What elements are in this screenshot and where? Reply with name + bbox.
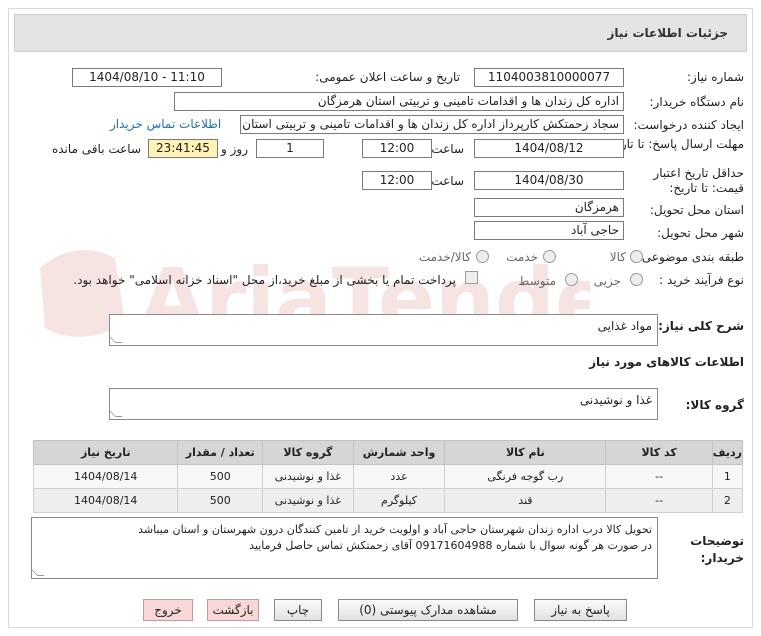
cell-code: -- [605, 488, 713, 513]
resize-grip-icon[interactable] [110, 410, 123, 417]
city-label: شهر محل تحویل: [657, 226, 744, 240]
requester-field: سجاد زحمتکش کارپرداز اداره کل زندان ها و… [240, 115, 624, 134]
buyer-notes-line-1: تحویل کالا درب اداره زندان شهرستان حاجی … [138, 523, 652, 536]
buyer-notes-line-2: در صورت هر گونه سوال با شماره 0917160498… [249, 539, 652, 552]
cell-quantity: 500 [177, 464, 264, 489]
category-goods-service-label: کالا/خدمت [418, 250, 471, 264]
category-service-radio[interactable] [543, 250, 556, 263]
table-row[interactable]: 1 -- رب گوجه فرنگی عدد غذا و نوشیدنی 500… [32, 464, 744, 489]
panel-title: جزئیات اطلاعات نیاز [607, 26, 728, 40]
col-name-header: نام کالا [444, 440, 607, 465]
description-text: مواد غذایی [597, 319, 652, 333]
col-date-header: تاریخ نیاز [32, 440, 179, 465]
cell-group: غذا و نوشیدنی [262, 488, 354, 513]
resize-grip-icon[interactable] [32, 569, 45, 576]
price-date-field: 1404/08/30 [474, 171, 624, 190]
cell-unit: عدد [352, 464, 446, 489]
city-field: حاجی آباد [474, 221, 624, 240]
table-header-row: ردیف کد کالا نام کالا واحد شمارش گروه کا… [32, 440, 744, 465]
cell-row: 1 [711, 464, 744, 489]
days-field: 1 [256, 139, 324, 158]
goods-group-label: گروه کالا: [685, 398, 744, 412]
buyer-org-field: اداره کل زندان ها و اقدامات تامینی و ترب… [174, 92, 624, 111]
buyer-notes-label: توضیحات خریدار: [690, 534, 744, 565]
process-minor-label: جزیی [593, 274, 621, 288]
category-goods-service-radio[interactable] [476, 250, 489, 263]
category-goods-label: کالا [609, 250, 626, 264]
goods-group-text: غذا و نوشیدنی [579, 393, 652, 407]
process-medium-radio[interactable] [565, 273, 578, 286]
panel-header: جزئیات اطلاعات نیاز [14, 14, 747, 52]
category-goods-radio[interactable] [630, 250, 643, 263]
process-medium-label: متوسط [518, 274, 556, 288]
remaining-time-field: 23:41:45 [148, 139, 218, 158]
description-label: شرح کلی نیاز: [658, 319, 744, 333]
col-unit-header: واحد شمارش [352, 440, 446, 465]
items-table: ردیف کد کالا نام کالا واحد شمارش گروه کا… [32, 440, 744, 513]
resize-grip-icon[interactable] [110, 336, 123, 343]
category-label: طبقه بندی موضوعی: [637, 250, 744, 264]
cell-date: 1404/08/14 [32, 464, 179, 489]
province-field: هرمزگان [474, 198, 624, 217]
category-service-label: خدمت [506, 250, 538, 264]
process-minor-radio[interactable] [630, 273, 643, 286]
reply-to-need-button[interactable]: پاسخ به نیاز [534, 599, 627, 621]
need-number-label: شماره نیاز: [687, 70, 744, 84]
col-row-header: ردیف [711, 440, 744, 465]
price-time-field: 12:00 [362, 171, 432, 190]
exit-button[interactable]: خروج [143, 599, 193, 621]
send-time-field: 12:00 [362, 139, 432, 158]
cell-name: قند [444, 488, 607, 513]
process-type-label: نوع فرآیند خرید : [659, 273, 744, 287]
cell-quantity: 500 [177, 488, 264, 513]
col-code-header: کد کالا [605, 440, 713, 465]
cell-date: 1404/08/14 [32, 488, 179, 513]
buyer-notes-textarea: تحویل کالا درب اداره زندان شهرستان حاجی … [31, 517, 658, 579]
buyer-contact-link[interactable]: اطلاعات تماس خریدار [110, 117, 221, 131]
treasury-payment-note: پرداخت تمام یا بخشی از مبلغ خرید،از محل … [73, 273, 456, 287]
cell-unit: کیلوگرم [352, 488, 446, 513]
need-number-field: 1104003810000077 [474, 68, 624, 87]
cell-group: غذا و نوشیدنی [262, 464, 354, 489]
send-deadline-label: مهلت ارسال پاسخ: تا تاریخ: [605, 137, 744, 151]
price-time-label: ساعت [431, 174, 464, 188]
requester-label: ایجاد کننده درخواست: [633, 118, 744, 132]
province-label: استان محل تحویل: [649, 203, 744, 217]
remaining-time-label: ساعت باقی مانده [51, 142, 141, 156]
send-date-field: 1404/08/12 [474, 139, 624, 158]
cell-name: رب گوجه فرنگی [444, 464, 607, 489]
col-quantity-header: تعداد / مقدار [177, 440, 264, 465]
items-section-title: اطلاعات کالاهای مورد نیاز [589, 355, 744, 369]
announce-date-field: 1404/08/10 - 11:10 [72, 68, 222, 87]
announce-date-label: تاریخ و ساعت اعلان عمومی: [315, 70, 460, 84]
days-label: روز و [221, 142, 248, 156]
send-time-label: ساعت [431, 142, 464, 156]
price-deadline-label: حداقل تاریخ اعتبار قیمت: تا تاریخ: [653, 166, 744, 195]
buyer-org-label: نام دستگاه خریدار: [649, 95, 745, 109]
cell-code: -- [605, 464, 713, 489]
goods-group-textarea: غذا و نوشیدنی [109, 388, 658, 420]
view-attachments-button[interactable]: مشاهده مدارک پیوستی (0) [338, 599, 518, 621]
col-group-header: گروه کالا [262, 440, 354, 465]
print-button[interactable]: چاپ [274, 599, 322, 621]
back-button[interactable]: بازگشت [207, 599, 259, 621]
cell-row: 2 [711, 488, 744, 513]
table-row[interactable]: 2 -- قند کیلوگرم غذا و نوشیدنی 500 1404/… [32, 488, 744, 513]
description-textarea: مواد غذایی [109, 314, 658, 346]
treasury-payment-checkbox[interactable] [465, 271, 478, 284]
